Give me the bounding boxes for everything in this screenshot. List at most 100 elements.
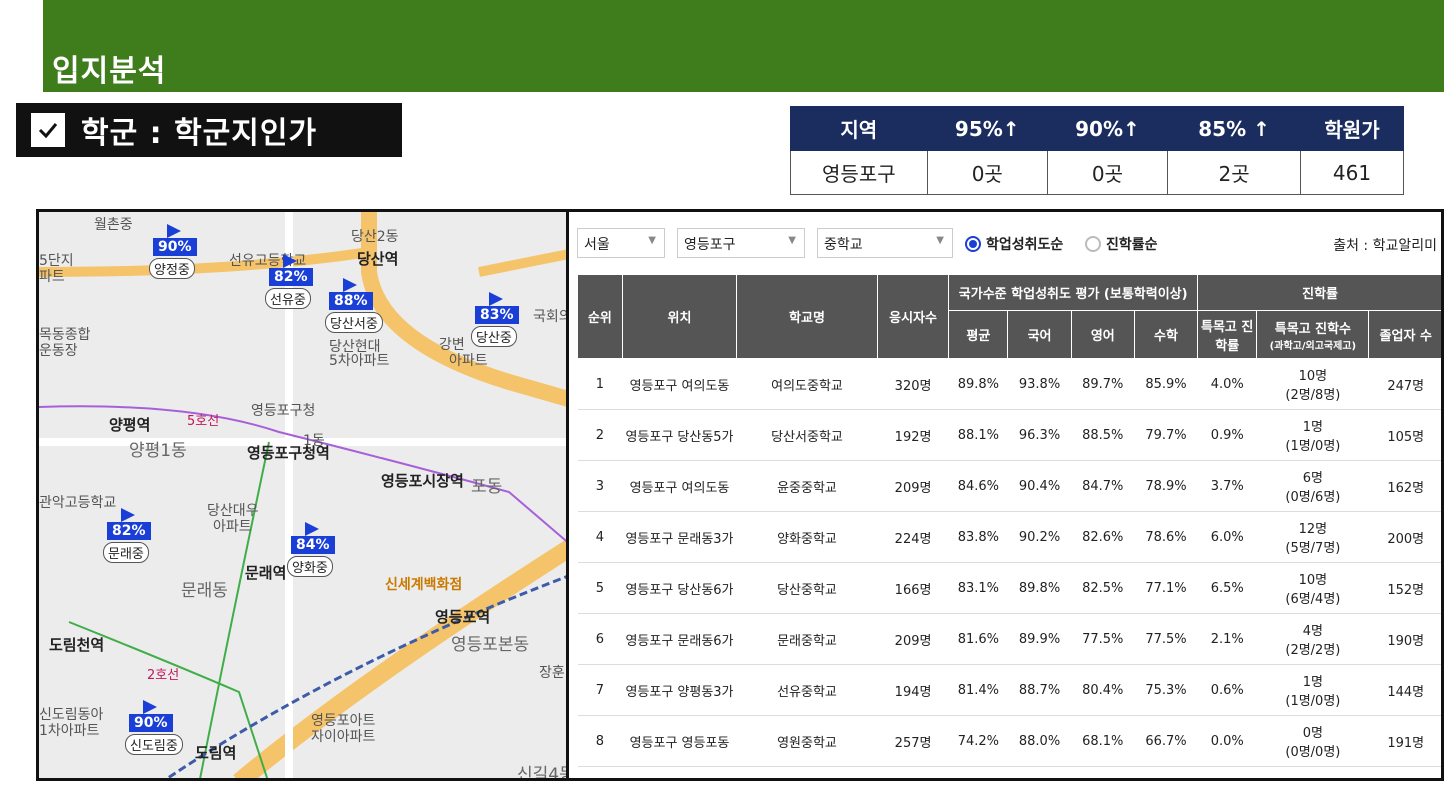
cell-count-value: 1명 — [1302, 675, 1323, 690]
sort-radio-achievement[interactable]: 학업성취도순 — [965, 234, 1063, 254]
summary-header: 학원가 — [1300, 106, 1404, 151]
cell-math: 78.6% — [1134, 511, 1198, 563]
cell-rate: 0.0% — [1197, 715, 1257, 767]
header-korean: 국어 — [1007, 310, 1072, 359]
city-select[interactable]: 서울 ▼ — [577, 228, 665, 258]
cell-rank: 6 — [577, 613, 623, 665]
header-school: 학교명 — [736, 274, 878, 359]
cell-avg: 81.4% — [948, 664, 1008, 716]
cell-count-value: 1명 — [1302, 420, 1323, 435]
cell-grads: 162명 — [1368, 460, 1441, 512]
map-label: 월촌중 — [94, 217, 133, 233]
pin-percent: 88% — [329, 292, 373, 310]
cell-count-sub: (0명/6명) — [1285, 490, 1341, 505]
cell-cnt: 0명 (0명/0명) — [1256, 715, 1369, 767]
header-english: 영어 — [1070, 310, 1135, 359]
pin-school-name: 당산중 — [471, 326, 517, 347]
cell-school: 여의도중학교 — [736, 358, 878, 410]
header-average: 평균 — [948, 310, 1009, 359]
cell-loc: 영등포구 양평동3가 — [622, 664, 737, 716]
cell-math: 75.3% — [1134, 664, 1198, 716]
cell-count-value: 0명 — [1302, 726, 1323, 741]
map-label: 당산현대 — [329, 339, 381, 355]
cell-math: 79.7% — [1134, 409, 1198, 461]
table-row: 3 영등포구 여의도동 윤중중학교 209명 84.6% 90.4% 84.7% 78.9% 3… — [577, 460, 1441, 512]
cell-rate: 6.0% — [1197, 511, 1257, 563]
summary-cell: 0곳 — [1046, 150, 1169, 195]
cell-avg: 74.2% — [948, 715, 1008, 767]
summary-table: 지역 95%↑ 90%↑ 85% ↑ 학원가 영등포구 0곳 0곳 2곳 461 — [790, 106, 1404, 195]
map-label: 도림역 — [195, 744, 237, 762]
cell-loc: 영등포구 문래동3가 — [622, 511, 737, 563]
radio-label: 학업성취도순 — [986, 237, 1064, 253]
cell-rate: 0.6% — [1197, 664, 1257, 716]
cell-eng: 77.5% — [1071, 613, 1135, 665]
table-row: 7 영등포구 양평동3가 선유중학교 194명 81.4% 88.7% 80.4% 75.3%… — [577, 664, 1441, 716]
district-select[interactable]: 영등포구 ▼ — [677, 228, 805, 258]
header-achievement-group: 국가수준 학업성취도 평가 (보통학력이상) — [948, 274, 1199, 311]
cell-rate: 4.0% — [1197, 358, 1257, 410]
pin-school-name: 신도림중 — [125, 734, 183, 755]
map-label: 도림천역 — [49, 636, 105, 654]
table-row: 2 영등포구 당산동5가 당산서중학교 192명 88.1% 96.3% 88.5% 79.7… — [577, 409, 1441, 461]
cell-school: 당산서중학교 — [736, 409, 878, 461]
map-label: 문래역 — [245, 564, 287, 582]
radio-selected-icon — [965, 236, 981, 252]
header-rank: 순위 — [577, 274, 623, 359]
cell-grads: 200명 — [1368, 511, 1441, 563]
district-select-value: 영등포구 — [684, 237, 736, 253]
cell-avg: 84.6% — [948, 460, 1008, 512]
header-advancement-group: 진학률 — [1197, 274, 1441, 311]
pin-percent: 90% — [153, 238, 197, 256]
summary-header: 85% ↑ — [1167, 106, 1302, 151]
map-label: 장훈 — [539, 665, 565, 681]
cell-rank: 2 — [577, 409, 623, 461]
pin-percent: 90% — [129, 714, 173, 732]
table-row: 5 영등포구 당산동6가 당산중학교 166명 83.1% 89.8% 82.5% 77.1%… — [577, 562, 1441, 614]
cell-school: 영원중학교 — [736, 715, 878, 767]
cell-count-sub: (0명/0명) — [1285, 745, 1341, 760]
school-ranking-panel: 서울 ▼ 영등포구 ▼ 중학교 ▼ 학업성취도순 진학률순 출처 : 학교알리미… — [566, 209, 1444, 781]
cell-count-value: 12명 — [1298, 522, 1328, 537]
cell-avg: 89.8% — [948, 358, 1008, 410]
cell-eng: 89.7% — [1071, 358, 1135, 410]
cell-math: 66.7% — [1134, 715, 1198, 767]
pin-school-name: 선유중 — [265, 288, 311, 309]
level-select[interactable]: 중학교 ▼ — [817, 228, 953, 258]
cell-grads: 191명 — [1368, 715, 1441, 767]
map-label: 관악고등학교 — [39, 495, 117, 511]
cell-rate: 6.5% — [1197, 562, 1257, 614]
cell-school: 양화중학교 — [736, 511, 878, 563]
cell-loc: 영등포구 여의도동 — [622, 358, 737, 410]
school-map[interactable]: 월촌중 5단지 파트 선유고등학교 당산2동 당산역 목동종합 운동장 국회의 … — [36, 209, 576, 781]
header-examinees: 응시자수 — [876, 274, 950, 359]
map-label: 아파트 — [213, 519, 252, 535]
cell-count-sub: (1명/0명) — [1285, 694, 1341, 709]
page-title: 입지분석 — [52, 54, 167, 89]
cell-eng: 88.5% — [1071, 409, 1135, 461]
header-location: 위치 — [621, 274, 738, 359]
cell-avg: 88.1% — [948, 409, 1008, 461]
cell-exam: 209명 — [877, 460, 949, 512]
sort-radio-advancement[interactable]: 진학률순 — [1085, 234, 1158, 254]
map-label: 영등포본동 — [451, 635, 530, 655]
table-row: 1 영등포구 여의도동 여의도중학교 320명 89.8% 93.8% 89.7% 85.9%… — [577, 358, 1441, 410]
cell-cnt: 12명 (5명/7명) — [1256, 511, 1369, 563]
map-label: 1동 — [303, 433, 325, 449]
section-title: 학군 : 학군지인가 — [81, 116, 318, 151]
map-label: 1차아파트 — [39, 723, 100, 739]
cell-kor: 96.3% — [1007, 409, 1072, 461]
cell-exam: 224명 — [877, 511, 949, 563]
cell-kor: 90.4% — [1007, 460, 1072, 512]
source-note: 출처 : 학교알리미 — [1333, 238, 1437, 254]
cell-school: 당산중학교 — [736, 562, 878, 614]
header-bar — [43, 0, 1444, 92]
cell-rank: 5 — [577, 562, 623, 614]
cell-rank: 4 — [577, 511, 623, 563]
map-label: 영등포역 — [435, 608, 491, 626]
header-rate: 특목고 진학률 — [1197, 310, 1258, 359]
chevron-down-icon: ▼ — [648, 235, 656, 246]
map-label: 신세계백화점 — [385, 577, 463, 593]
cell-eng: 68.1% — [1071, 715, 1135, 767]
header-count-label: 특목고 진학수 — [1274, 321, 1352, 337]
